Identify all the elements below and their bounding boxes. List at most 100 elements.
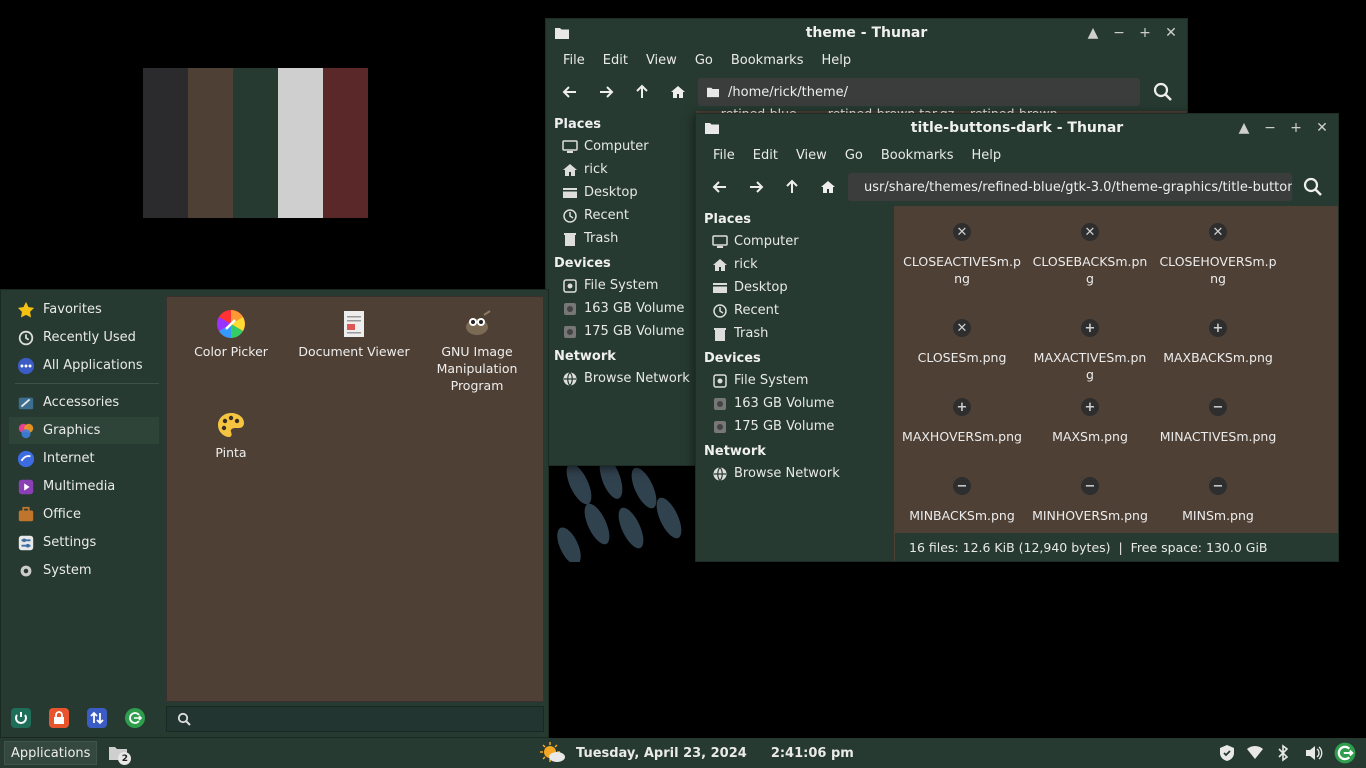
sidebar-item-computer[interactable]: Computer bbox=[546, 135, 696, 158]
settings-manager-icon[interactable] bbox=[11, 708, 31, 728]
menu-bookmarks[interactable]: Bookmarks bbox=[722, 53, 813, 68]
workspace-count-badge: 2 bbox=[118, 752, 132, 765]
titlebar[interactable]: title-buttons-dark - Thunar ▲ − + ✕ bbox=[696, 114, 1338, 142]
close-button[interactable]: ✕ bbox=[1163, 25, 1179, 41]
sidebar-item-volume-163[interactable]: 163 GB Volume bbox=[696, 392, 894, 415]
switch-user-icon[interactable] bbox=[87, 708, 107, 728]
category-recently-used[interactable]: Recently Used bbox=[9, 324, 159, 351]
file-item-maxback[interactable]: + MAXBACKSm.png bbox=[1158, 319, 1278, 366]
home-icon[interactable] bbox=[812, 172, 844, 202]
sidebar-item-filesystem[interactable]: File System bbox=[546, 274, 696, 297]
up-arrow-icon[interactable] bbox=[626, 77, 658, 107]
back-arrow-icon[interactable] bbox=[704, 172, 736, 202]
app-document-viewer[interactable]: Document Viewer bbox=[294, 309, 414, 360]
file-item-closeactive[interactable]: ✕ CLOSEACTIVESm.png bbox=[902, 223, 1022, 287]
file-item-minback[interactable]: − MINBACKSm.png bbox=[902, 477, 1022, 524]
sidebar-item-filesystem[interactable]: File System bbox=[696, 369, 894, 392]
file-item-close[interactable]: ✕ CLOSESm.png bbox=[902, 319, 1022, 366]
sidebar-item-rick[interactable]: rick bbox=[696, 253, 894, 276]
file-item-maxhover[interactable]: + MAXHOVERSm.png bbox=[902, 398, 1022, 445]
sidebar-item-volume-163[interactable]: 163 GB Volume bbox=[546, 297, 696, 320]
category-favorites[interactable]: Favorites bbox=[9, 296, 159, 323]
category-internet[interactable]: Internet bbox=[9, 445, 159, 472]
sidebar-item-recent[interactable]: Recent bbox=[696, 299, 894, 322]
sidebar-item-trash[interactable]: Trash bbox=[546, 227, 696, 250]
file-item-max[interactable]: + MAXSm.png bbox=[1030, 398, 1150, 445]
sidebar-item-volume-175[interactable]: 175 GB Volume bbox=[696, 415, 894, 438]
maximize-button[interactable]: + bbox=[1288, 120, 1304, 136]
maximize-button[interactable]: + bbox=[1137, 25, 1153, 41]
lock-icon[interactable] bbox=[49, 708, 69, 728]
location-path: usr/share/themes/refined-blue/gtk-3.0/th… bbox=[864, 179, 1292, 195]
shade-icon[interactable]: ▲ bbox=[1085, 25, 1101, 41]
menu-file[interactable]: File bbox=[554, 53, 594, 68]
plus-icon: + bbox=[1081, 319, 1099, 337]
sidebar-item-recent[interactable]: Recent bbox=[546, 204, 696, 227]
sidebar-item-browse-network[interactable]: Browse Network bbox=[696, 462, 894, 485]
menubar: File Edit View Go Bookmarks Help bbox=[696, 142, 1338, 168]
back-arrow-icon[interactable] bbox=[554, 77, 586, 107]
forward-arrow-icon[interactable] bbox=[740, 172, 772, 202]
location-bar[interactable]: /home/rick/theme/ bbox=[698, 78, 1140, 106]
wifi-icon[interactable] bbox=[1246, 744, 1264, 762]
app-color-picker[interactable]: Color Picker bbox=[171, 309, 291, 360]
sidebar-item-computer[interactable]: Computer bbox=[696, 230, 894, 253]
logout-icon[interactable] bbox=[1334, 742, 1356, 764]
bluetooth-icon[interactable] bbox=[1274, 744, 1292, 762]
sidebar-item-browse-network[interactable]: Browse Network bbox=[546, 367, 696, 390]
volume-icon[interactable] bbox=[1302, 744, 1324, 762]
shield-icon[interactable] bbox=[1218, 744, 1236, 762]
menu-help[interactable]: Help bbox=[962, 148, 1010, 163]
location-bar[interactable]: usr/share/themes/refined-blue/gtk-3.0/th… bbox=[848, 173, 1292, 201]
forward-arrow-icon[interactable] bbox=[590, 77, 622, 107]
menu-go[interactable]: Go bbox=[836, 148, 872, 163]
search-icon[interactable] bbox=[1146, 77, 1180, 107]
workspace-switcher[interactable]: 2 bbox=[105, 741, 132, 765]
plus-icon: + bbox=[1081, 398, 1099, 416]
category-office[interactable]: Office bbox=[9, 501, 159, 528]
logout-icon[interactable] bbox=[125, 708, 145, 728]
minimize-button[interactable]: − bbox=[1262, 120, 1278, 136]
minimize-button[interactable]: − bbox=[1111, 25, 1127, 41]
menu-view[interactable]: View bbox=[787, 148, 836, 163]
category-multimedia[interactable]: Multimedia bbox=[9, 473, 159, 500]
menu-help[interactable]: Help bbox=[812, 53, 860, 68]
close-button[interactable]: ✕ bbox=[1314, 120, 1330, 136]
category-settings[interactable]: Settings bbox=[9, 529, 159, 556]
search-icon[interactable] bbox=[1296, 172, 1330, 202]
sidebar-item-volume-175[interactable]: 175 GB Volume bbox=[546, 320, 696, 343]
titlebar[interactable]: theme - Thunar ▲ − + ✕ bbox=[546, 19, 1187, 47]
file-item-maxactive[interactable]: + MAXACTIVESm.png bbox=[1030, 319, 1150, 383]
menu-edit[interactable]: Edit bbox=[744, 148, 787, 163]
sidebar-item-desktop[interactable]: Desktop bbox=[696, 276, 894, 299]
app-pinta[interactable]: Pinta bbox=[171, 410, 291, 461]
category-accessories[interactable]: Accessories bbox=[9, 389, 159, 416]
home-icon[interactable] bbox=[662, 77, 694, 107]
drive-icon bbox=[714, 397, 726, 410]
menu-bookmarks[interactable]: Bookmarks bbox=[872, 148, 963, 163]
file-item-minactive[interactable]: − MINACTIVESm.png bbox=[1158, 398, 1278, 445]
category-system[interactable]: System bbox=[9, 557, 159, 584]
app-gimp[interactable]: GNU Image Manipulation Program bbox=[417, 309, 537, 394]
menu-go[interactable]: Go bbox=[686, 53, 722, 68]
sidebar-item-desktop[interactable]: Desktop bbox=[546, 181, 696, 204]
app-search-input[interactable] bbox=[199, 711, 543, 727]
clock[interactable]: Tuesday, April 23, 2024 2:41:06 pm bbox=[540, 738, 854, 768]
up-arrow-icon[interactable] bbox=[776, 172, 808, 202]
file-item-minhover[interactable]: − MINHOVERSm.png bbox=[1030, 477, 1150, 524]
category-all-applications[interactable]: All Applications bbox=[9, 352, 159, 379]
applications-button[interactable]: Applications bbox=[4, 741, 98, 765]
file-item-closehover[interactable]: ✕ CLOSEHOVERSm.png bbox=[1158, 223, 1278, 287]
menu-file[interactable]: File bbox=[704, 148, 744, 163]
shade-icon[interactable]: ▲ bbox=[1236, 120, 1252, 136]
drive-icon bbox=[564, 302, 576, 315]
menu-view[interactable]: View bbox=[637, 53, 686, 68]
menu-edit[interactable]: Edit bbox=[594, 53, 637, 68]
app-search-box[interactable] bbox=[166, 706, 544, 732]
sidebar-item-trash[interactable]: Trash bbox=[696, 322, 894, 345]
status-text: 16 files: 12.6 KiB (12,940 bytes) | Free… bbox=[909, 539, 1268, 555]
sidebar-item-rick[interactable]: rick bbox=[546, 158, 696, 181]
file-item-min[interactable]: − MINSm.png bbox=[1158, 477, 1278, 524]
category-graphics[interactable]: Graphics bbox=[9, 417, 159, 444]
file-item-closeback[interactable]: ✕ CLOSEBACKSm.png bbox=[1030, 223, 1150, 287]
